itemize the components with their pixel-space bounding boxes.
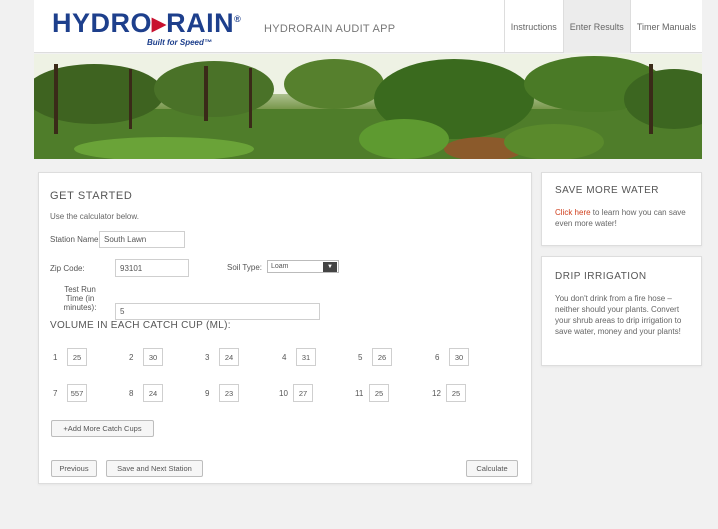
calculate-button[interactable]: Calculate	[466, 460, 518, 477]
garden-banner-image	[34, 54, 702, 159]
catch-cup-8: 8 24	[129, 384, 163, 402]
catch-cup-input[interactable]: 30	[449, 348, 469, 366]
catch-cup-9: 9 23	[205, 384, 239, 402]
header: HYDRO▸RAIN® Built for Speed™ HYDRORAIN A…	[34, 0, 702, 53]
catch-cup-2: 2 30	[129, 348, 163, 366]
station-name-label: Station Name:	[50, 235, 101, 244]
test-run-time-label: Test Run Time (in minutes):	[63, 285, 97, 312]
catch-cup-3: 3 24	[205, 348, 239, 366]
catch-cup-input[interactable]: 24	[143, 384, 163, 402]
catch-cup-input[interactable]: 30	[143, 348, 163, 366]
catch-cup-input[interactable]: 31	[296, 348, 316, 366]
soil-type-select[interactable]: Loam ▼	[267, 260, 339, 273]
intro-text: Use the calculator below.	[50, 212, 139, 221]
hydrorain-logo[interactable]: HYDRO▸RAIN® Built for Speed™	[52, 8, 252, 50]
catch-cup-input[interactable]: 24	[219, 348, 239, 366]
save-more-water-panel: SAVE MORE WATER Click here to learn how …	[541, 172, 702, 246]
catch-cup-input[interactable]: 23	[219, 384, 239, 402]
save-more-water-text: Click here to learn how you can save eve…	[555, 208, 686, 228]
drip-irrigation-heading: DRIP IRRIGATION	[555, 271, 647, 282]
save-and-next-button[interactable]: Save and Next Station	[106, 460, 203, 477]
zip-code-input[interactable]: 93101	[115, 259, 189, 277]
soil-type-label: Soil Type:	[227, 263, 262, 272]
catch-cup-12: 12 25	[432, 384, 466, 402]
nav-instructions[interactable]: Instructions	[503, 0, 563, 53]
app-title: HYDRORAIN AUDIT APP	[264, 23, 396, 35]
logo-wordmark: HYDRO▸RAIN®	[52, 8, 242, 38]
catch-cup-input[interactable]: 25	[369, 384, 389, 402]
catch-cup-input[interactable]: 25	[446, 384, 466, 402]
catch-cup-11: 11 25	[355, 384, 389, 402]
volume-heading: VOLUME IN EACH CATCH CUP (ML):	[50, 320, 231, 331]
catch-cup-input[interactable]: 25	[67, 348, 87, 366]
drip-irrigation-panel: DRIP IRRIGATION You don't drink from a f…	[541, 256, 702, 366]
main-nav: Instructions Enter Results Timer Manuals	[503, 0, 702, 53]
catch-cup-4: 4 31	[282, 348, 316, 366]
catch-cup-5: 5 26	[358, 348, 392, 366]
logo-tagline: Built for Speed™	[147, 38, 212, 47]
garden-illustration	[34, 54, 702, 159]
catch-cup-input[interactable]: 27	[293, 384, 313, 402]
catch-cup-input[interactable]: 557	[67, 384, 87, 402]
catch-cup-10: 10 27	[279, 384, 313, 402]
nav-timer-manuals[interactable]: Timer Manuals	[629, 0, 702, 53]
zip-code-label: Zip Code:	[50, 264, 85, 273]
soil-type-value: Loam	[271, 263, 289, 270]
station-name-input[interactable]: South Lawn	[99, 231, 185, 248]
catch-cup-7: 7 557	[53, 384, 87, 402]
save-more-water-heading: SAVE MORE WATER	[555, 185, 659, 196]
drip-irrigation-text: You don't drink from a fire hose – neith…	[555, 294, 682, 336]
previous-button[interactable]: Previous	[51, 460, 97, 477]
catch-cup-6: 6 30	[435, 348, 469, 366]
catch-cup-1: 1 25	[53, 348, 87, 366]
calculator-card: GET STARTED Use the calculator below. St…	[38, 172, 532, 484]
nav-enter-results[interactable]: Enter Results	[562, 0, 630, 53]
get-started-heading: GET STARTED	[50, 190, 133, 202]
chevron-down-icon: ▼	[323, 262, 337, 272]
catch-cup-input[interactable]: 26	[372, 348, 392, 366]
add-catch-cups-button[interactable]: +Add More Catch Cups	[51, 420, 154, 437]
click-here-link[interactable]: Click here	[555, 208, 591, 217]
test-run-time-input[interactable]: 5	[115, 303, 320, 320]
